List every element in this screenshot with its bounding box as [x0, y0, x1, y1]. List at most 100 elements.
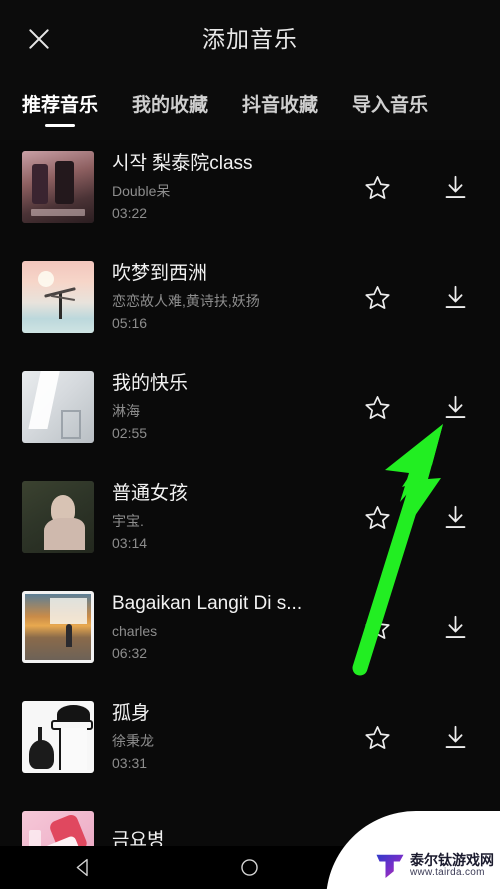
tab-douyin-favorites-label: 抖音收藏 [242, 95, 319, 116]
album-art-image [22, 261, 94, 333]
download-icon [445, 615, 465, 638]
song-actions [350, 600, 482, 654]
song-duration: 03:31 [112, 755, 148, 772]
song-meta: 孤身 徐秉龙 03:31 [94, 702, 350, 772]
album-art [22, 591, 94, 663]
album-art-image [22, 371, 94, 443]
android-navbar [0, 846, 500, 889]
album-art-image [22, 591, 94, 663]
song-duration: 05:16 [112, 315, 148, 332]
nav-back-button[interactable] [53, 846, 113, 889]
song-title: 금요병 [112, 829, 165, 846]
album-art [22, 481, 94, 553]
favorite-button[interactable] [350, 710, 404, 764]
album-art [22, 371, 94, 443]
song-actions [350, 710, 482, 764]
star-outline-icon [364, 395, 390, 419]
header-bar: 添加音乐 [0, 0, 500, 78]
song-title: 我的快乐 [112, 372, 189, 394]
song-row[interactable]: 금요병 [0, 792, 500, 846]
tab-bar: 推荐音乐 我的收藏 抖音收藏 导入音乐 [0, 78, 500, 140]
tab-recommended-label: 推荐音乐 [22, 95, 99, 116]
song-actions [350, 270, 482, 324]
album-art [22, 151, 94, 223]
download-icon [448, 835, 462, 846]
album-art-image [22, 811, 94, 846]
download-button[interactable] [428, 710, 482, 764]
app-screen: 添加音乐 推荐音乐 我的收藏 抖音收藏 导入音乐 시작 梨泰院class Dou… [0, 0, 500, 889]
song-duration: 03:22 [112, 205, 148, 222]
download-icon [445, 505, 465, 528]
favorite-button[interactable] [350, 160, 404, 214]
home-circle-icon [241, 859, 259, 876]
favorite-button[interactable] [350, 820, 404, 846]
album-art [22, 701, 94, 773]
song-meta: 시작 梨泰院class Double呆 03:22 [94, 152, 350, 222]
nav-home-button[interactable] [220, 846, 280, 889]
favorite-button[interactable] [350, 270, 404, 324]
song-row[interactable]: 我的快乐 淋海 02:55 [0, 352, 500, 462]
star-outline-icon [364, 285, 390, 309]
album-art [22, 811, 94, 846]
song-list[interactable]: 시작 梨泰院class Double呆 03:22 吹梦到西洲 恋恋故人难,黄诗… [0, 140, 500, 846]
tab-active-indicator [45, 124, 75, 127]
song-duration: 03:14 [112, 535, 148, 552]
song-row[interactable]: 普通女孩 宇宝. 03:14 [0, 462, 500, 572]
song-artist: Double呆 [112, 182, 171, 199]
download-button[interactable] [428, 160, 482, 214]
album-art-image [22, 701, 94, 773]
tab-import-music[interactable]: 导入音乐 [352, 86, 428, 129]
song-title: 普通女孩 [112, 482, 189, 504]
download-icon [445, 395, 465, 418]
star-outline-icon [364, 175, 390, 199]
song-row[interactable]: 시작 梨泰院class Double呆 03:22 [0, 140, 500, 242]
song-meta: 普通女孩 宇宝. 03:14 [94, 482, 350, 552]
song-artist: charles [112, 622, 158, 639]
page-title: 添加音乐 [202, 26, 298, 52]
song-row[interactable]: 吹梦到西洲 恋恋故人难,黄诗扶,妖扬 05:16 [0, 242, 500, 352]
song-title: Bagaikan Langit Di s... [112, 592, 303, 614]
song-actions [350, 380, 482, 434]
favorite-button[interactable] [350, 490, 404, 544]
download-button[interactable] [428, 600, 482, 654]
recents-square-icon [408, 859, 425, 876]
back-triangle-icon [76, 858, 88, 877]
song-title: 시작 梨泰院class [112, 152, 253, 174]
nav-recents-button[interactable] [387, 846, 447, 889]
song-actions [350, 160, 482, 214]
favorite-button[interactable] [350, 380, 404, 434]
download-button[interactable] [428, 820, 482, 846]
song-row[interactable]: 孤身 徐秉龙 03:31 [0, 682, 500, 792]
song-artist: 恋恋故人难,黄诗扶,妖扬 [112, 292, 260, 309]
song-artist: 淋海 [112, 402, 140, 419]
song-title: 吹梦到西洲 [112, 262, 208, 284]
song-actions [350, 820, 482, 846]
download-button[interactable] [428, 380, 482, 434]
song-meta: 我的快乐 淋海 02:55 [94, 372, 350, 442]
song-row[interactable]: Bagaikan Langit Di s... charles 06:32 [0, 572, 500, 682]
song-meta: 금요병 [94, 829, 350, 846]
song-meta: 吹梦到西洲 恋恋故人难,黄诗扶,妖扬 05:16 [94, 262, 350, 332]
tab-recommended[interactable]: 推荐音乐 [22, 86, 98, 129]
star-outline-icon [364, 615, 390, 639]
tab-douyin-favorites[interactable]: 抖音收藏 [242, 86, 318, 129]
download-icon [445, 725, 465, 748]
song-title: 孤身 [112, 702, 151, 724]
song-artist: 徐秉龙 [112, 732, 154, 749]
star-outline-icon [364, 505, 390, 529]
star-outline-icon [364, 725, 390, 749]
tab-import-music-label: 导入音乐 [352, 95, 429, 116]
download-button[interactable] [428, 490, 482, 544]
download-button[interactable] [428, 270, 482, 324]
star-outline-icon [364, 835, 390, 846]
song-meta: Bagaikan Langit Di s... charles 06:32 [94, 592, 350, 662]
song-artist: 宇宝. [112, 512, 144, 529]
album-art-image [22, 151, 94, 223]
album-art-image [22, 481, 94, 553]
song-duration: 02:55 [112, 425, 148, 442]
song-actions [350, 490, 482, 544]
favorite-button[interactable] [350, 600, 404, 654]
album-art [22, 261, 94, 333]
song-duration: 06:32 [112, 645, 148, 662]
tab-my-favorites[interactable]: 我的收藏 [132, 86, 208, 129]
